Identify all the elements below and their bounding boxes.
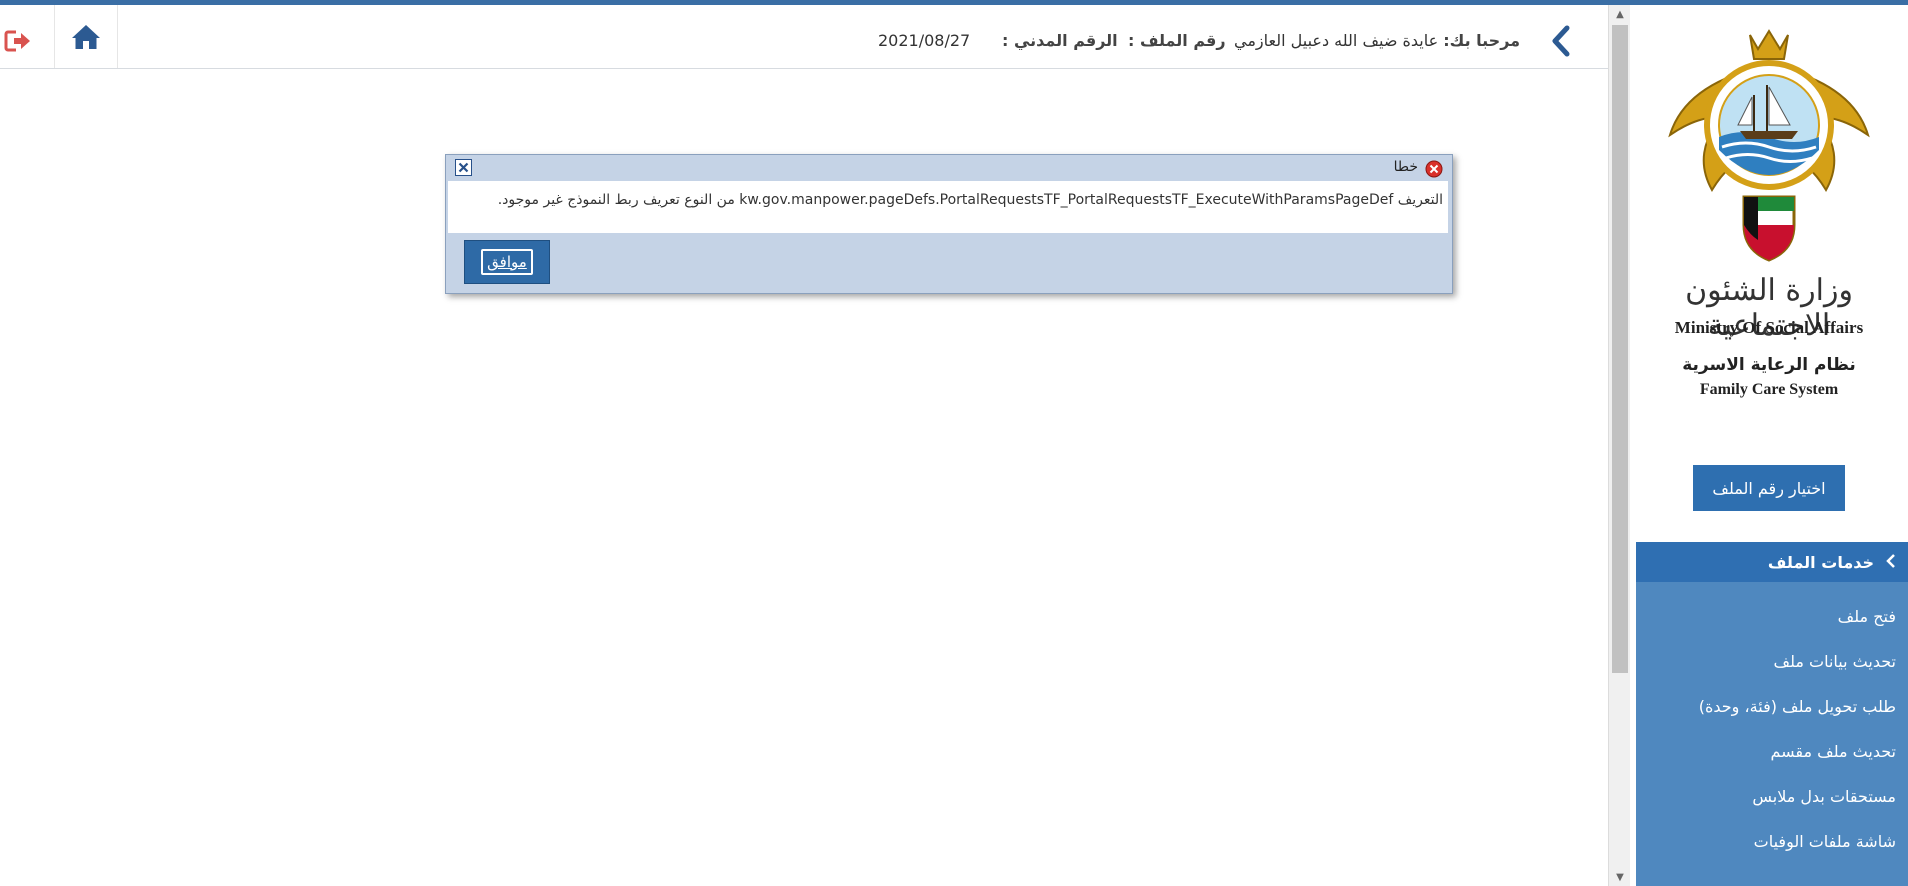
header-bar: 2021/08/27 الرقم المدني : رقم الملف : مر… xyxy=(0,5,1608,69)
dialog-body: التعريف kw.gov.manpower.pageDefs.PortalR… xyxy=(448,181,1448,233)
system-name-arabic: نظام الرعاية الاسرية xyxy=(1682,355,1856,375)
home-button[interactable] xyxy=(54,5,118,68)
select-file-number-button[interactable]: اختيار رقم الملف xyxy=(1693,465,1845,511)
dialog-footer: موافق xyxy=(448,235,1448,291)
menu-item-open-file[interactable]: فتح ملف xyxy=(1636,594,1908,639)
dialog-close-button[interactable] xyxy=(455,159,472,176)
welcome-label: مرحبا بك: xyxy=(1443,31,1521,50)
error-dialog: خطا التعريف kw.gov.manpower.pageDefs.Por… xyxy=(445,154,1453,294)
sidebar-collapse-button[interactable] xyxy=(1545,23,1575,59)
menu-item-update-split-file[interactable]: تحديث ملف مقسم xyxy=(1636,729,1908,774)
error-icon xyxy=(1425,160,1443,178)
logout-button[interactable] xyxy=(2,25,34,57)
close-icon xyxy=(458,162,469,173)
ok-button-label: موافق xyxy=(481,249,533,275)
dialog-title-bar: خطا xyxy=(446,155,1452,181)
scroll-up-arrow[interactable]: ▲ xyxy=(1609,5,1631,23)
home-icon xyxy=(72,24,100,49)
vertical-scrollbar[interactable]: ▲ ▼ xyxy=(1608,5,1631,886)
civil-id-label: الرقم المدني : xyxy=(1002,31,1118,50)
ok-button[interactable]: موافق xyxy=(464,240,550,284)
menu-header-label: خدمات الملف xyxy=(1767,553,1874,572)
file-number-label: رقم الملف : xyxy=(1128,31,1226,50)
header-date: 2021/08/27 xyxy=(878,31,971,50)
menu-item-update-file-data[interactable]: تحديث بيانات ملف xyxy=(1636,639,1908,684)
file-services-menu: خدمات الملف فتح ملف تحديث بيانات ملف طلب… xyxy=(1636,542,1908,886)
menu-item-clothing-allowance[interactable]: مستحقات بدل ملابس xyxy=(1636,774,1908,819)
chevron-left-icon xyxy=(1886,554,1895,568)
menu-list: فتح ملف تحديث بيانات ملف طلب تحويل ملف (… xyxy=(1636,582,1908,864)
menu-item-death-files-screen[interactable]: شاشة ملفات الوفيات xyxy=(1636,819,1908,864)
welcome-text: مرحبا بك: عايدة ضيف الله دعبيل العازمي xyxy=(1234,31,1520,50)
ministry-name-english: Ministry Of Social Affairs xyxy=(1674,318,1864,337)
menu-header-file-services[interactable]: خدمات الملف xyxy=(1636,542,1908,582)
dialog-message: التعريف kw.gov.manpower.pageDefs.PortalR… xyxy=(497,192,1443,208)
menu-item-transfer-file-request[interactable]: طلب تحويل ملف (فئة، وحدة) xyxy=(1636,684,1908,729)
system-name-english: Family Care System xyxy=(1699,381,1839,398)
chevron-left-icon xyxy=(1552,25,1570,57)
user-name: عايدة ضيف الله دعبيل العازمي xyxy=(1234,31,1439,50)
dialog-title: خطا xyxy=(1393,159,1418,175)
logout-icon xyxy=(4,30,30,52)
sidebar: وزارة الشئون الاجتماعية Ministry Of Soci… xyxy=(1630,5,1908,886)
kuwait-emblem-logo xyxy=(1668,29,1870,262)
scroll-down-arrow[interactable]: ▼ xyxy=(1609,868,1631,886)
scroll-thumb[interactable] xyxy=(1612,25,1628,673)
